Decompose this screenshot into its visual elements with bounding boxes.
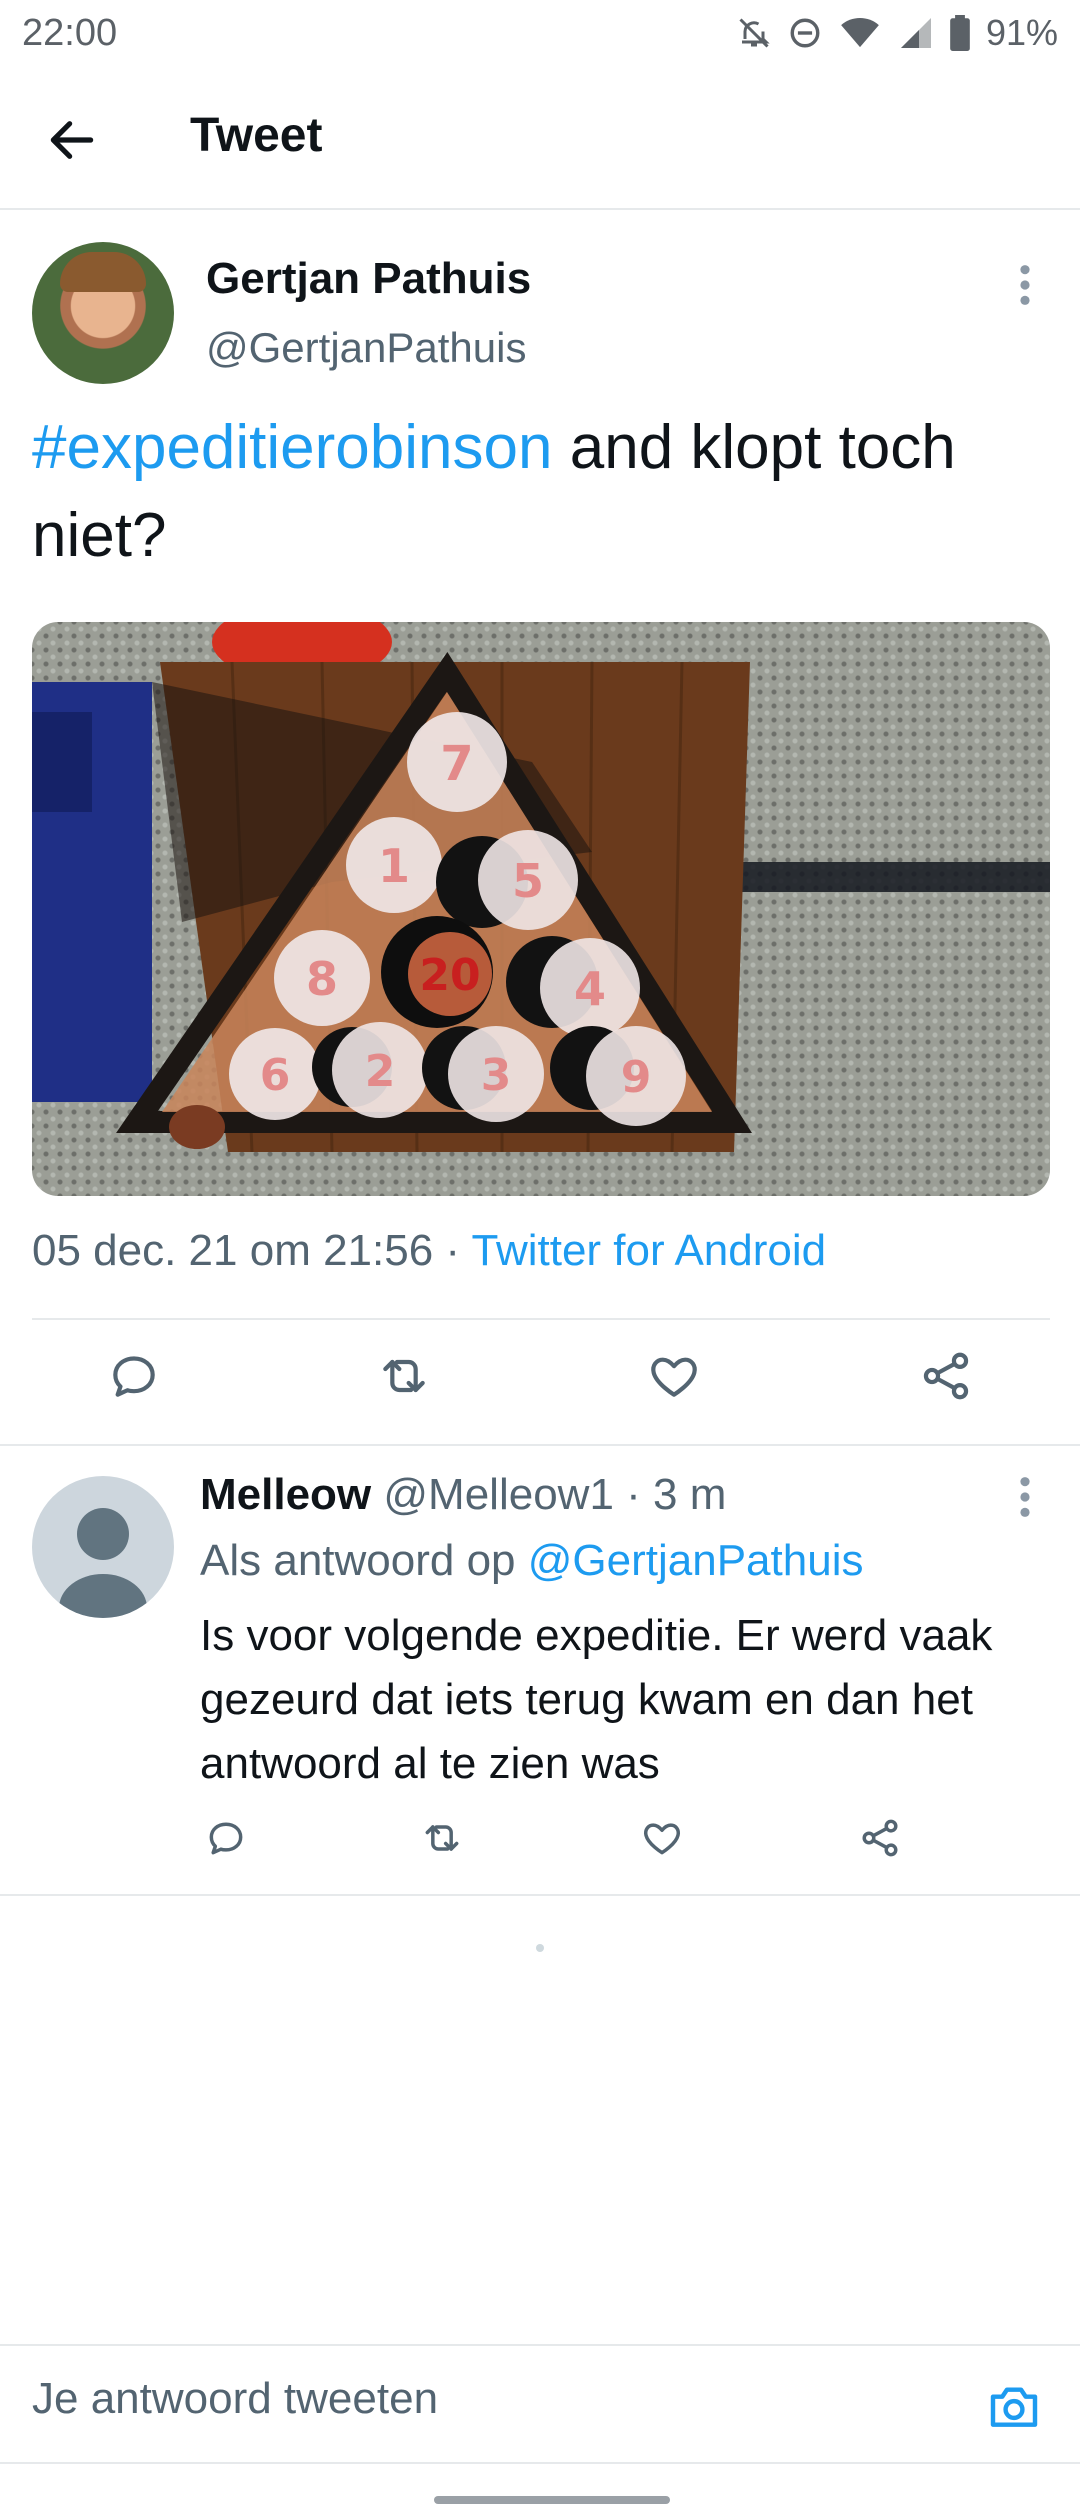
- reply-icon[interactable]: [204, 1816, 248, 1860]
- signal-icon: [900, 18, 931, 48]
- ball-number: 1: [378, 839, 410, 893]
- ball-number: 7: [440, 736, 473, 792]
- like-icon[interactable]: [640, 1816, 684, 1860]
- more-options-icon[interactable]: [1010, 262, 1040, 308]
- author-name[interactable]: Gertjan Pathuis: [206, 254, 531, 304]
- reply-header: Melleow @Melleow1 · 3 m: [200, 1470, 726, 1520]
- tweet-actions: [0, 1348, 1080, 1418]
- share-icon[interactable]: [858, 1816, 902, 1860]
- battery-icon: [950, 15, 970, 51]
- ball-number: 5: [512, 854, 544, 908]
- reply-input[interactable]: Je antwoord tweeten: [32, 2374, 438, 2424]
- dnd-icon: [790, 18, 820, 48]
- retweet-icon[interactable]: [420, 1816, 464, 1860]
- like-icon[interactable]: [646, 1348, 702, 1404]
- divider: [32, 1318, 1050, 1320]
- page-title: Tweet: [190, 109, 323, 162]
- top-app-bar: Tweet: [0, 66, 1080, 210]
- camera-icon[interactable]: [986, 2378, 1042, 2434]
- share-icon[interactable]: [918, 1348, 974, 1404]
- reply-handle-time: @Melleow1 · 3 m: [371, 1470, 727, 1519]
- tweet-date: 05 dec. 21 om 21:56: [32, 1226, 434, 1275]
- reply-icon[interactable]: [106, 1348, 162, 1404]
- reply-actions: [0, 1816, 1080, 1866]
- replying-to-label: Als antwoord op: [200, 1536, 528, 1585]
- reply-composer: Je antwoord tweeten: [0, 2344, 1080, 2464]
- status-time: 22:00: [22, 11, 118, 54]
- ball-number: 3: [481, 1050, 512, 1101]
- divider: [0, 2462, 1080, 2464]
- ball-number: 6: [260, 1050, 291, 1101]
- ball-number: 9: [621, 1052, 652, 1103]
- ball-number: 2: [365, 1046, 396, 1097]
- gesture-bar[interactable]: [434, 2496, 670, 2504]
- reply-text: Is voor volgende expeditie. Er werd vaak…: [200, 1611, 993, 1788]
- replying-to-mention[interactable]: @GertjanPathuis: [528, 1536, 864, 1585]
- reply-avatar[interactable]: [32, 1476, 174, 1618]
- ball-number: 4: [574, 962, 606, 1016]
- author-avatar[interactable]: [32, 242, 174, 384]
- tweet-source-link[interactable]: Twitter for Android: [472, 1226, 827, 1275]
- more-options-icon[interactable]: [1010, 1474, 1040, 1520]
- tweet-detail-screen: 22:00 91% Tweet Gertjan Pathuis @Gertjan…: [0, 0, 1080, 2520]
- hashtag-link[interactable]: #expeditierobinson: [32, 413, 553, 482]
- divider: [0, 1444, 1080, 1446]
- divider: [0, 1894, 1080, 1896]
- wifi-icon: [841, 17, 879, 48]
- status-icons: 91%: [736, 12, 1058, 54]
- replying-to: Als antwoord op @GertjanPathuis: [200, 1536, 863, 1586]
- ball-number: 20: [419, 950, 480, 1001]
- battery-percent: 91%: [985, 12, 1058, 53]
- status-bar: 22:00 91%: [0, 0, 1080, 66]
- ball-number: 8: [306, 952, 338, 1006]
- loading-indicator: [536, 1944, 544, 1952]
- mute-icon: [739, 18, 770, 48]
- tweet-text: #expeditierobinson and klopt toch niet?: [32, 404, 1042, 580]
- retweet-icon[interactable]: [376, 1348, 432, 1404]
- back-arrow-icon[interactable]: [44, 112, 100, 168]
- tweet-meta: 05 dec. 21 om 21:56 · Twitter for Androi…: [32, 1226, 826, 1276]
- author-handle[interactable]: @GertjanPathuis: [206, 324, 526, 372]
- reply-author-name[interactable]: Melleow: [200, 1470, 371, 1519]
- tweet-image[interactable]: 7 1 5 8 20 4 6 2 3 9: [32, 622, 1050, 1196]
- meta-separator: ·: [433, 1226, 472, 1275]
